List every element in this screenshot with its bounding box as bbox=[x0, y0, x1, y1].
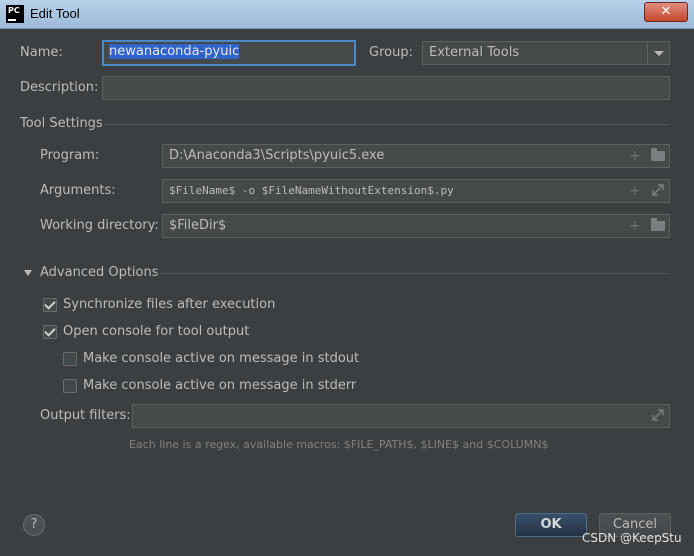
expand-icon[interactable] bbox=[651, 183, 665, 197]
group-select[interactable]: External Tools bbox=[422, 41, 670, 65]
working-directory-input[interactable]: $FileDir$ + bbox=[162, 214, 670, 238]
tool-settings-divider bbox=[104, 124, 670, 125]
cancel-label: Cancel bbox=[612, 517, 658, 532]
sync-files-label[interactable]: Synchronize files after execution bbox=[63, 297, 275, 312]
plus-icon[interactable]: + bbox=[629, 219, 641, 233]
working-directory-value: $FileDir$ bbox=[169, 218, 227, 233]
advanced-options-header[interactable]: Advanced Options bbox=[40, 265, 159, 280]
name-label: Name: bbox=[20, 45, 63, 60]
ok-label: OK bbox=[540, 517, 562, 532]
ok-button[interactable]: OK bbox=[515, 513, 587, 537]
output-filters-hint: Each line is a regex, available macros: … bbox=[129, 438, 549, 451]
plus-icon[interactable]: + bbox=[629, 149, 641, 163]
group-label: Group: bbox=[369, 45, 413, 60]
close-icon: ✕ bbox=[660, 4, 672, 19]
active-stdout-checkbox[interactable] bbox=[63, 352, 77, 366]
working-directory-label: Working directory: bbox=[40, 218, 159, 233]
arguments-value: $FileName$ -o $FileNameWithoutExtension$… bbox=[169, 184, 454, 197]
program-label: Program: bbox=[40, 148, 100, 163]
open-console-label[interactable]: Open console for tool output bbox=[63, 324, 249, 339]
sync-files-checkbox[interactable] bbox=[43, 298, 57, 312]
app-icon-text: PC bbox=[8, 6, 20, 15]
help-icon: ? bbox=[30, 517, 38, 532]
active-stdout-label[interactable]: Make console active on message in stdout bbox=[83, 351, 359, 366]
open-console-checkbox[interactable] bbox=[43, 325, 57, 339]
arguments-label: Arguments: bbox=[40, 183, 116, 198]
folder-icon[interactable] bbox=[651, 148, 665, 161]
title-bar: PC Edit Tool ✕ bbox=[0, 0, 694, 29]
folder-icon[interactable] bbox=[651, 218, 665, 231]
active-stderr-label[interactable]: Make console active on message in stderr bbox=[83, 378, 356, 393]
arguments-input[interactable]: $FileName$ -o $FileNameWithoutExtension$… bbox=[162, 179, 670, 203]
active-stderr-checkbox[interactable] bbox=[63, 379, 77, 393]
plus-icon[interactable]: + bbox=[629, 184, 641, 198]
watermark: CSDN @KeepStu bbox=[582, 531, 682, 545]
group-value: External Tools bbox=[429, 45, 520, 60]
name-input[interactable]: newanaconda-pyuic bbox=[102, 40, 356, 66]
program-value: D:\Anaconda3\Scripts\pyuic5.exe bbox=[169, 148, 385, 163]
advanced-options-divider bbox=[154, 273, 670, 274]
collapse-triangle-icon[interactable] bbox=[24, 270, 32, 276]
name-value: newanaconda-pyuic bbox=[109, 44, 240, 59]
window-title: Edit Tool bbox=[30, 6, 80, 21]
help-button[interactable]: ? bbox=[23, 514, 45, 536]
chevron-down-icon[interactable] bbox=[647, 42, 669, 64]
close-button[interactable]: ✕ bbox=[644, 2, 688, 22]
output-filters-input[interactable] bbox=[132, 404, 670, 428]
description-input[interactable] bbox=[102, 76, 670, 100]
description-label: Description: bbox=[20, 80, 99, 95]
program-input[interactable]: D:\Anaconda3\Scripts\pyuic5.exe + bbox=[162, 144, 670, 168]
pycharm-app-icon: PC bbox=[6, 5, 24, 23]
expand-icon[interactable] bbox=[651, 408, 665, 422]
output-filters-label: Output filters: bbox=[40, 408, 131, 423]
tool-settings-header: Tool Settings bbox=[20, 116, 103, 131]
edit-tool-dialog: Name: newanaconda-pyuic Group: External … bbox=[8, 30, 686, 550]
